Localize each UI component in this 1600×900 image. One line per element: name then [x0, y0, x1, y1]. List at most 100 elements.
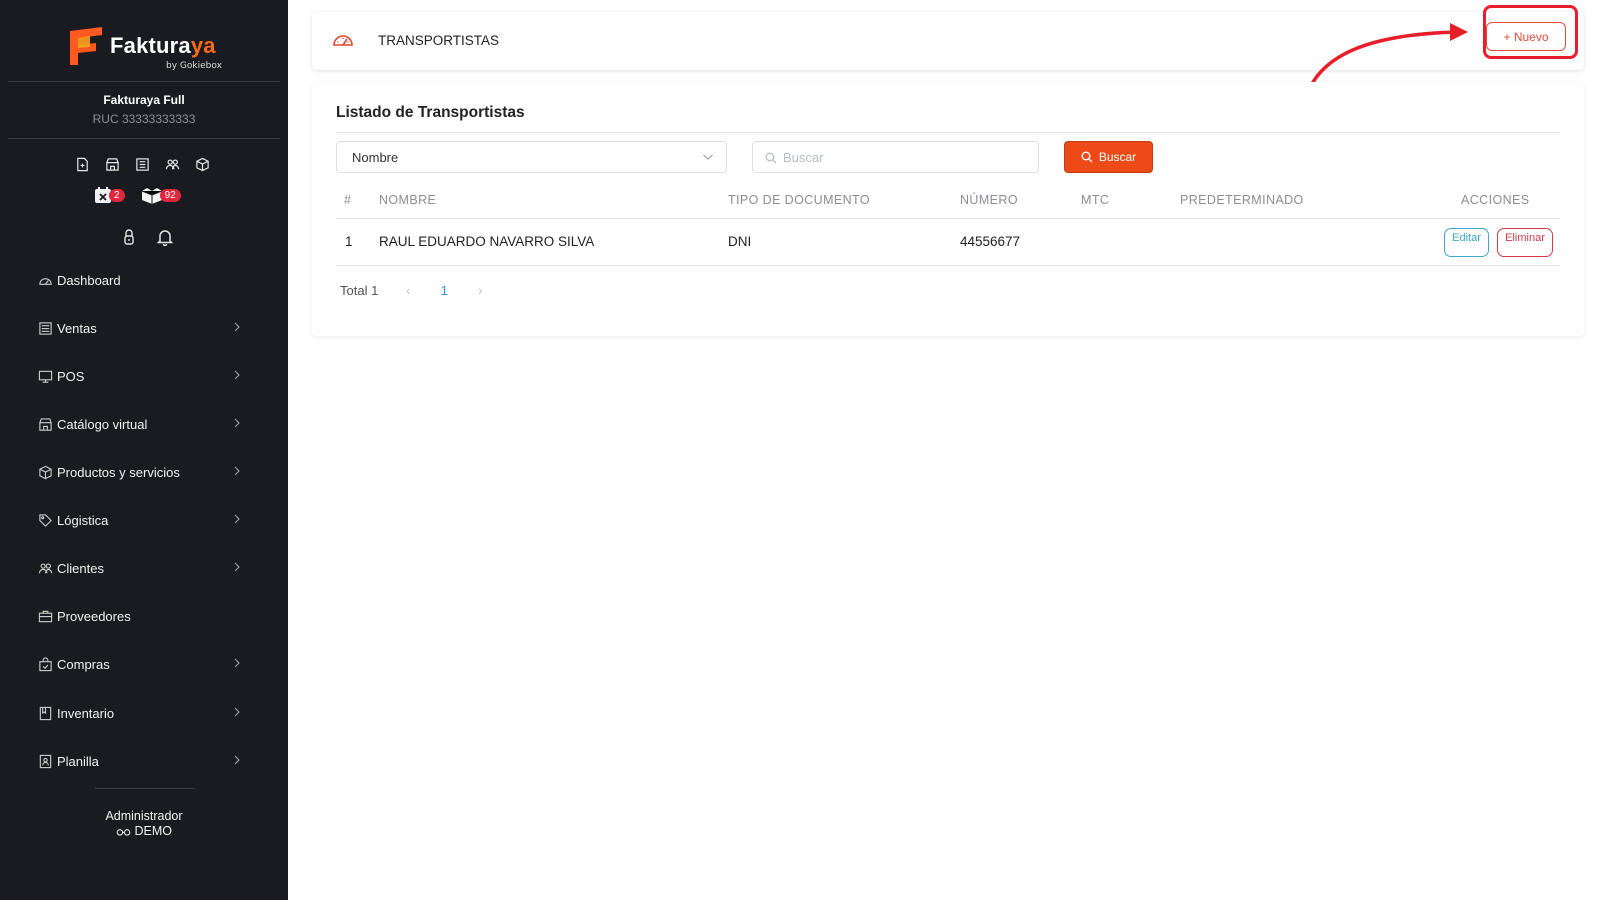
glasses-icon [116, 829, 131, 836]
chevron-right-icon [234, 562, 240, 572]
tag-icon [38, 513, 53, 528]
user-role: Administrador [105, 809, 183, 823]
list-title: Listado de Transportistas [336, 104, 525, 121]
page-title: TRANSPORTISTAS [378, 33, 500, 48]
calendar-alert[interactable]: 2 [94, 186, 125, 204]
briefcase-icon [38, 609, 53, 624]
column-header: # [344, 193, 352, 207]
row-number: 44556677 [960, 234, 1021, 249]
box-icon[interactable] [194, 156, 210, 172]
sidebar-item-label: Inventario [57, 705, 115, 721]
next-page-button[interactable]: › [470, 282, 490, 298]
sidebar-item-catalogo[interactable]: Catálogo virtual [38, 412, 248, 436]
column-header: PREDETERMINADO [1180, 193, 1304, 207]
sidebar-item-dashboard[interactable]: Dashboard [38, 268, 248, 292]
chevron-right-icon [234, 755, 240, 765]
bell-icon[interactable] [156, 228, 174, 246]
company-ruc: RUC 33333333333 [92, 112, 196, 126]
sidebar-item-pos[interactable]: POS [38, 364, 248, 388]
document-icon[interactable] [74, 156, 90, 172]
sidebar: Fakturaya by Gokiebox Fakturaya Full RUC… [0, 0, 288, 900]
receipt-icon[interactable] [134, 156, 150, 172]
sidebar-item-label: POS [57, 368, 85, 384]
row-doc-type: DNI [728, 234, 752, 249]
sidebar-item-inventario[interactable]: Inventario [38, 701, 248, 725]
table-header: # NOMBRE TIPO DE DOCUMENTO NÚMERO MTC PR… [336, 185, 1560, 219]
divider [95, 788, 195, 789]
sidebar-item-label: Lógistica [57, 512, 109, 528]
logo-text: Fakturaya [110, 33, 216, 58]
divider [8, 81, 280, 82]
stock-alert[interactable]: 92 [141, 186, 181, 204]
column-header: ACCIONES [1461, 193, 1530, 207]
sidebar-item-label: Compras [57, 656, 110, 672]
divider [336, 132, 1560, 133]
logo-mark-icon [70, 27, 102, 65]
quick-access-bar [74, 156, 210, 172]
page-number[interactable]: 1 [426, 283, 462, 298]
shop-icon [38, 417, 53, 432]
box-icon [38, 465, 53, 480]
sidebar-item-label: Dashboard [57, 272, 121, 288]
delete-button[interactable]: Eliminar [1497, 228, 1553, 257]
sidebar-item-proveedores[interactable]: Proveedores [38, 604, 248, 628]
pagination: Total 1 ‹ 1 › [340, 282, 490, 298]
prev-page-button[interactable]: ‹ [398, 282, 418, 298]
sidebar-item-label: Catálogo virtual [57, 416, 148, 432]
chevron-right-icon [234, 707, 240, 717]
logo-tagline: by Gokiebox [166, 61, 222, 71]
chevron-down-icon [703, 154, 713, 160]
search-icon [765, 152, 777, 164]
search-input[interactable] [783, 149, 1023, 165]
column-header: MTC [1081, 193, 1110, 207]
table-row: 1 RAUL EDUARDO NAVARRO SILVA DNI 4455667… [336, 219, 1560, 266]
alert-row: 2 92 [94, 186, 181, 204]
company-name: Fakturaya Full [103, 93, 185, 107]
sidebar-item-clientes[interactable]: Clientes [38, 556, 248, 580]
highlight-annotation [1483, 5, 1578, 59]
user-name[interactable]: DEMO [0, 824, 288, 838]
sidebar-item-productos[interactable]: Productos y servicios [38, 460, 248, 484]
id-badge-icon [38, 754, 53, 769]
store-icon[interactable] [104, 156, 120, 172]
list-card: Listado de Transportistas Nombre Buscar … [312, 82, 1584, 336]
search-button[interactable]: Buscar [1064, 141, 1153, 173]
sidebar-item-label: Clientes [57, 560, 104, 576]
row-name: RAUL EDUARDO NAVARRO SILVA [379, 234, 595, 249]
chevron-right-icon [234, 466, 240, 476]
search-box [752, 141, 1039, 173]
app-logo[interactable]: Fakturaya by Gokiebox [68, 25, 228, 73]
chevron-right-icon [234, 322, 240, 332]
column-header: TIPO DE DOCUMENTO [728, 193, 870, 207]
column-header: NÚMERO [960, 193, 1018, 207]
pagination-total: Total 1 [340, 282, 379, 298]
lock-icon[interactable] [120, 228, 138, 246]
divider [8, 138, 280, 139]
sidebar-item-label: Ventas [57, 320, 97, 336]
monitor-icon [38, 369, 53, 384]
sales-icon [38, 321, 53, 336]
tool-row [120, 228, 174, 246]
search-icon [1081, 151, 1093, 163]
sidebar-item-logistica[interactable]: Lógistica [38, 508, 248, 532]
sidebar-item-ventas[interactable]: Ventas [38, 316, 248, 340]
dashboard-icon [333, 35, 353, 46]
dashboard-icon [38, 273, 53, 288]
row-index: 1 [345, 234, 353, 249]
users-icon[interactable] [164, 156, 180, 172]
book-icon [38, 706, 53, 721]
sidebar-item-compras[interactable]: Compras [38, 652, 248, 676]
sidebar-item-label: Proveedores [57, 608, 131, 624]
sidebar-item-label: Productos y servicios [57, 464, 180, 480]
chevron-right-icon [234, 658, 240, 668]
sidebar-item-planilla[interactable]: Planilla [38, 749, 248, 773]
filter-field-select[interactable]: Nombre [336, 141, 727, 173]
users-icon [38, 561, 53, 576]
sidebar-item-label: Planilla [57, 753, 99, 769]
chevron-right-icon [234, 514, 240, 524]
chevron-right-icon [234, 370, 240, 380]
edit-button[interactable]: Editar [1444, 228, 1489, 257]
chevron-right-icon [234, 418, 240, 428]
column-header: NOMBRE [379, 193, 437, 207]
calendar-badge: 2 [109, 188, 125, 202]
